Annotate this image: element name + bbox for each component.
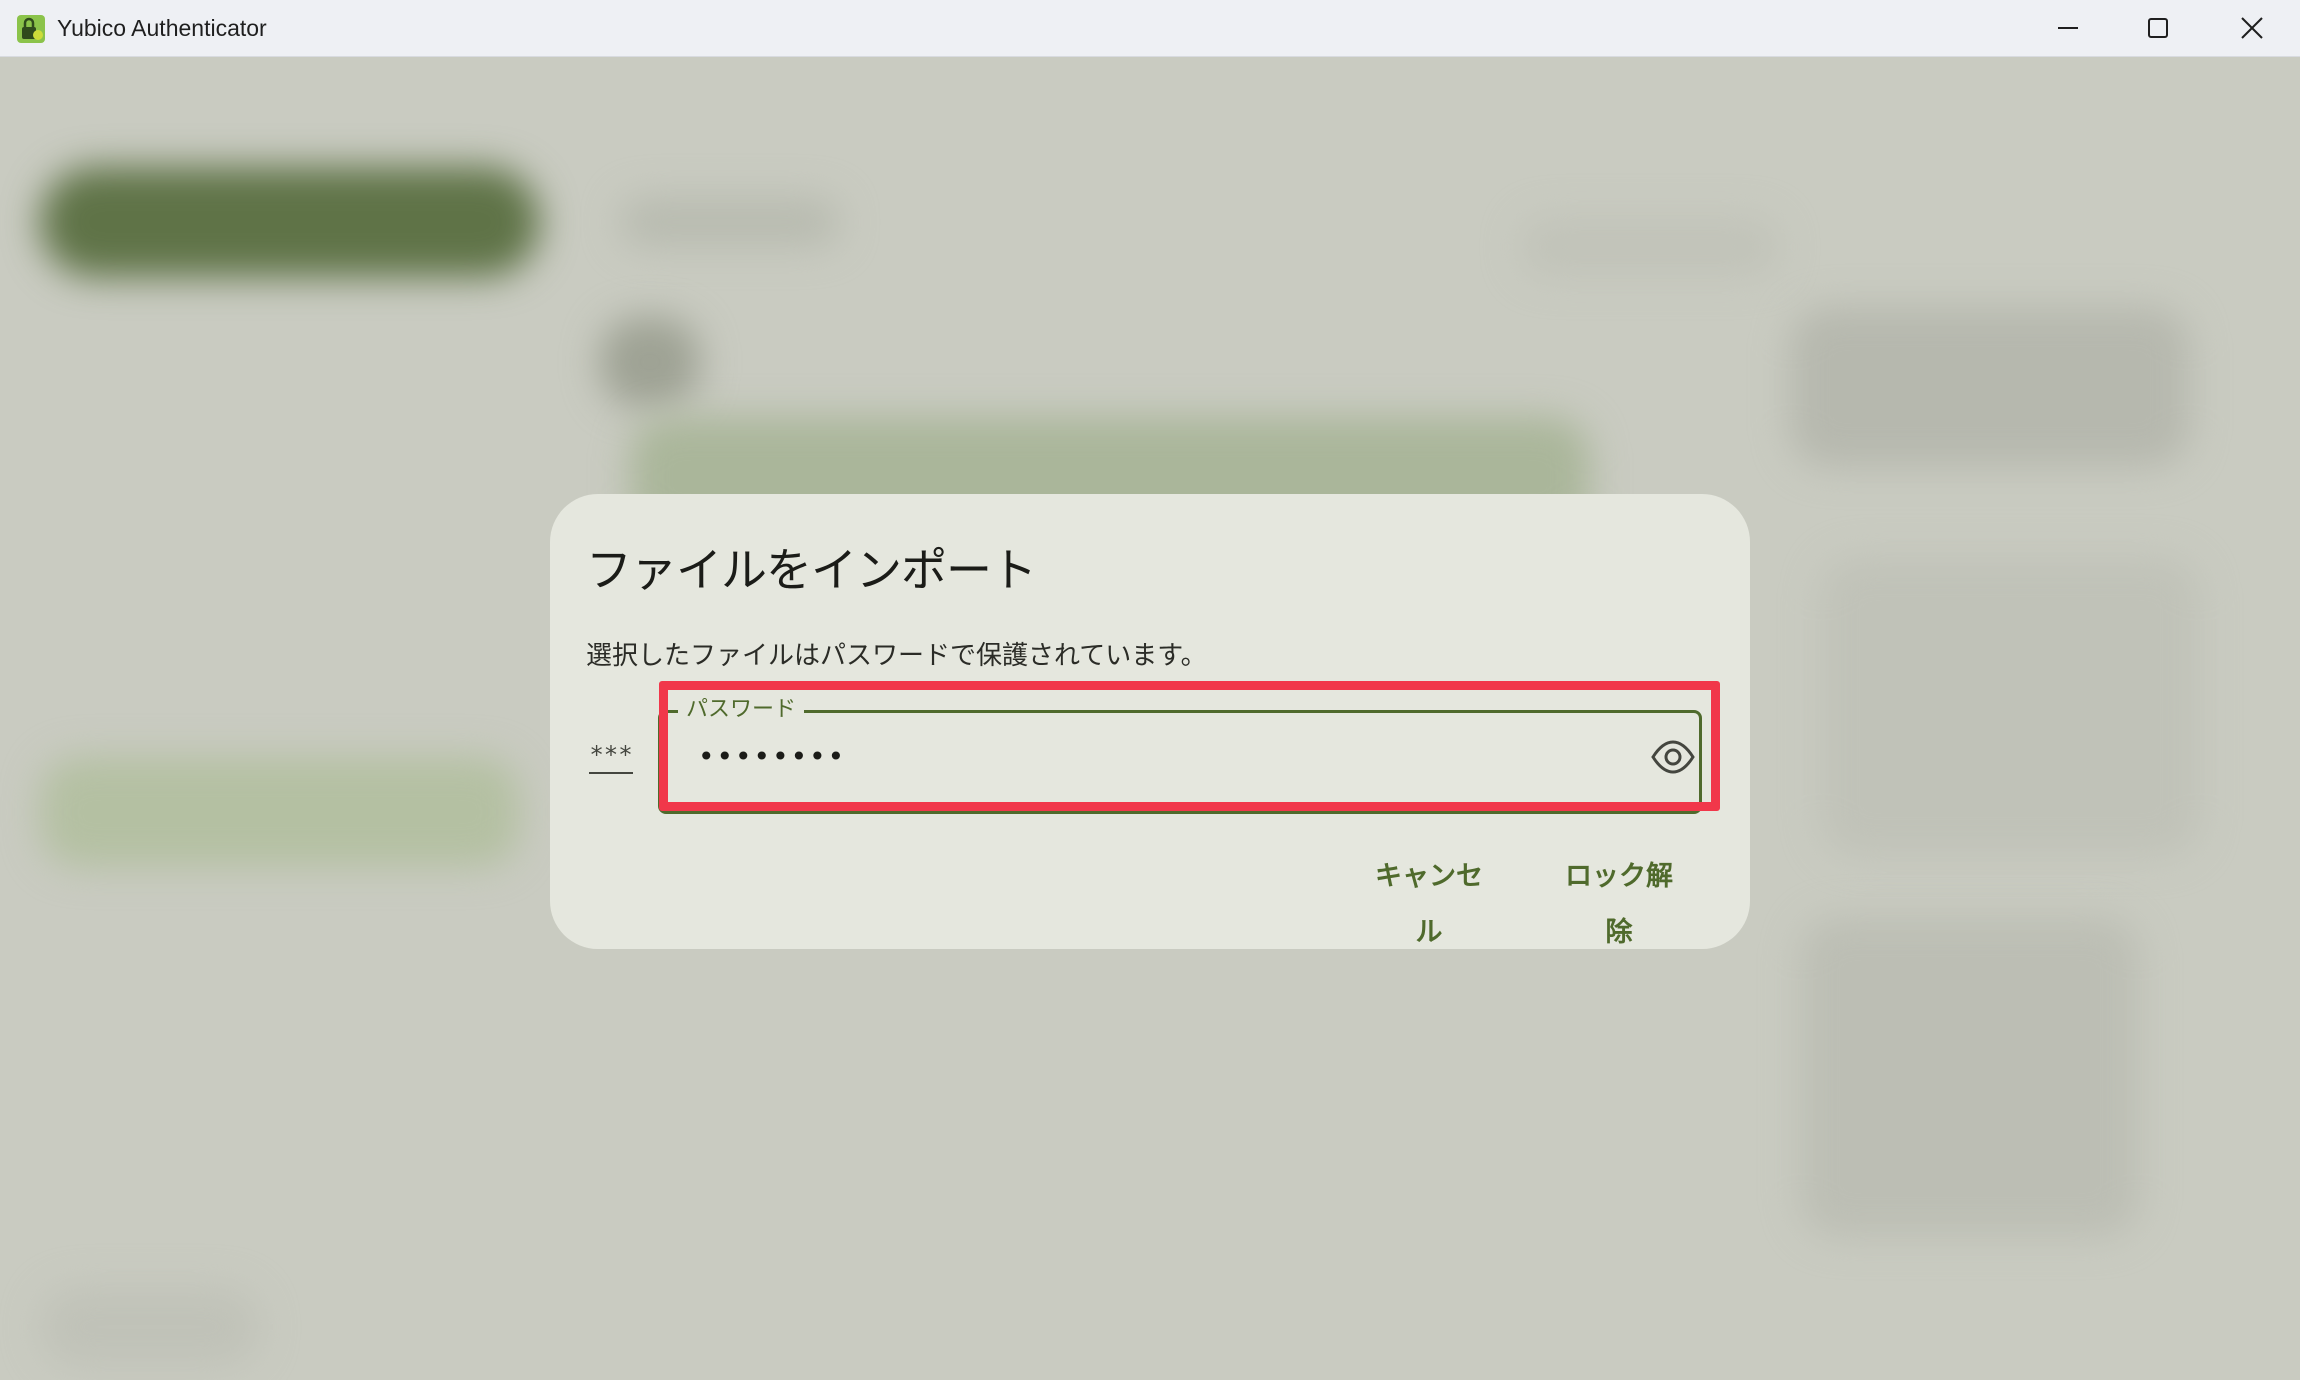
dialog-message: 選択したファイルはパスワードで保護されています。 bbox=[586, 641, 1207, 671]
close-button[interactable] bbox=[2206, 0, 2298, 56]
background-blur-shape bbox=[620, 197, 840, 247]
minimize-icon bbox=[2058, 27, 2078, 29]
maximize-button[interactable] bbox=[2112, 0, 2204, 56]
unlock-button[interactable]: ロック解除 bbox=[1554, 849, 1684, 948]
password-icon: *** bbox=[586, 742, 636, 778]
yubico-lock-icon bbox=[17, 15, 45, 43]
background-blur-shape bbox=[1520, 217, 1780, 277]
import-file-dialog: ファイルをインポート 選択したファイルはパスワードで保護されています。 *** … bbox=[550, 494, 1750, 949]
close-icon bbox=[2241, 17, 2263, 39]
background-blur-shape bbox=[40, 1287, 260, 1367]
background-blur-shape bbox=[600, 317, 700, 407]
background-blur-shape bbox=[1820, 557, 2200, 857]
background-blur-shape bbox=[1790, 307, 2190, 467]
background-blur-shape bbox=[1800, 917, 2140, 1237]
window-title: Yubico Authenticator bbox=[57, 15, 267, 41]
maximize-icon bbox=[2148, 18, 2168, 38]
password-field-label: パスワード bbox=[678, 696, 805, 724]
cancel-button[interactable]: キャンセル bbox=[1366, 849, 1492, 948]
minimize-button[interactable] bbox=[2022, 0, 2114, 56]
password-value[interactable]: •••••••• bbox=[698, 738, 846, 776]
background-blur-shape bbox=[40, 167, 540, 277]
title-bar: Yubico Authenticator bbox=[0, 0, 2300, 57]
background-blur-shape bbox=[40, 757, 520, 867]
eye-icon[interactable] bbox=[1650, 734, 1696, 780]
dialog-title: ファイルをインポート bbox=[586, 543, 1037, 597]
